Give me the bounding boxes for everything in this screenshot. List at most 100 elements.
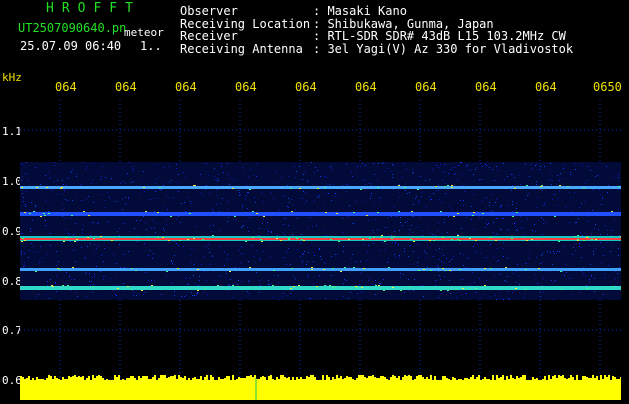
noise-pixel — [497, 170, 498, 171]
noise-pixel — [73, 234, 74, 235]
noise-pixel — [602, 197, 603, 198]
band-speckle — [291, 268, 293, 269]
noise-pixel — [248, 176, 249, 177]
band-speckle — [411, 211, 413, 212]
noise-pixel — [557, 175, 558, 176]
noise-pixel — [466, 293, 467, 294]
noise-pixel — [82, 229, 83, 230]
noise-floor-spike — [204, 377, 206, 382]
noise-pixel — [93, 222, 94, 223]
noise-floor-spike — [594, 378, 596, 382]
noise-pixel — [373, 163, 374, 164]
noise-pixel — [507, 229, 508, 230]
band-speckle — [179, 240, 181, 241]
noise-floor-spike — [190, 380, 192, 382]
noise-floor-spike — [530, 380, 532, 382]
noise-floor-spike — [420, 375, 422, 382]
noise-floor-spike — [444, 376, 446, 382]
noise-pixel — [534, 189, 535, 190]
noise-pixel — [400, 273, 401, 274]
noise-pixel — [154, 211, 155, 212]
noise-pixel — [542, 234, 543, 235]
noise-pixel — [362, 200, 363, 201]
band-speckle — [449, 270, 451, 271]
noise-pixel — [21, 233, 22, 234]
noise-pixel — [87, 246, 88, 247]
noise-pixel — [348, 216, 349, 217]
noise-pixel — [386, 298, 387, 299]
noise-floor-spike — [136, 380, 138, 382]
noise-pixel — [254, 175, 255, 176]
noise-pixel — [276, 172, 277, 173]
band-speckle — [60, 188, 62, 189]
noise-pixel — [192, 295, 193, 296]
noise-floor-spike — [374, 377, 376, 382]
info-label: Observer — [180, 4, 238, 18]
noise-floor-spike — [570, 375, 572, 382]
noise-pixel — [580, 232, 581, 233]
noise-pixel — [449, 206, 450, 207]
noise-pixel — [241, 247, 242, 248]
noise-pixel — [370, 198, 371, 199]
band-speckle — [377, 187, 379, 188]
noise-pixel — [191, 262, 192, 263]
noise-pixel — [383, 162, 384, 163]
band-speckle — [612, 286, 614, 287]
noise-pixel — [541, 217, 542, 218]
noise-pixel — [454, 174, 455, 175]
noise-pixel — [271, 283, 272, 284]
noise-pixel — [172, 282, 173, 283]
noise-pixel — [562, 178, 563, 179]
noise-pixel — [368, 245, 369, 246]
noise-pixel — [263, 218, 264, 219]
noise-pixel — [458, 165, 459, 166]
noise-pixel — [590, 170, 591, 171]
band-speckle — [516, 212, 518, 213]
noise-pixel — [120, 183, 121, 184]
noise-pixel — [248, 231, 249, 232]
noise-pixel — [39, 262, 40, 263]
noise-pixel — [461, 294, 462, 295]
noise-pixel — [94, 276, 95, 277]
band-speckle — [232, 188, 234, 189]
noise-pixel — [496, 166, 497, 167]
noise-pixel — [293, 276, 294, 277]
band-speckle — [324, 285, 326, 286]
noise-pixel — [479, 217, 480, 218]
noise-pixel — [124, 267, 125, 268]
noise-pixel — [30, 231, 31, 232]
noise-pixel — [608, 265, 609, 266]
band-speckle — [482, 213, 484, 214]
noise-pixel — [426, 207, 427, 208]
noise-pixel — [227, 254, 228, 255]
noise-pixel — [447, 232, 448, 233]
noise-pixel — [417, 265, 418, 266]
noise-pixel — [65, 199, 66, 200]
noise-pixel — [125, 183, 126, 184]
noise-pixel — [120, 267, 121, 268]
noise-pixel — [598, 229, 599, 230]
noise-pixel — [535, 231, 536, 232]
noise-pixel — [519, 284, 520, 285]
noise-pixel — [342, 185, 343, 186]
noise-floor-spike — [596, 376, 598, 382]
noise-pixel — [45, 165, 46, 166]
noise-pixel — [86, 199, 87, 200]
noise-floor-spike — [572, 377, 574, 382]
noise-pixel — [123, 181, 124, 182]
noise-pixel — [124, 291, 125, 292]
noise-pixel — [525, 263, 526, 264]
noise-pixel — [62, 216, 63, 217]
noise-pixel — [372, 284, 373, 285]
band-speckle — [303, 240, 305, 241]
noise-pixel — [74, 279, 75, 280]
noise-floor-spike — [474, 379, 476, 382]
noise-pixel — [253, 256, 254, 257]
noise-floor-spike — [318, 380, 320, 382]
noise-pixel — [439, 259, 440, 260]
noise-pixel — [109, 197, 110, 198]
band-speckle — [538, 268, 540, 269]
noise-pixel — [451, 209, 452, 210]
noise-pixel — [26, 227, 27, 228]
noise-pixel — [263, 201, 264, 202]
